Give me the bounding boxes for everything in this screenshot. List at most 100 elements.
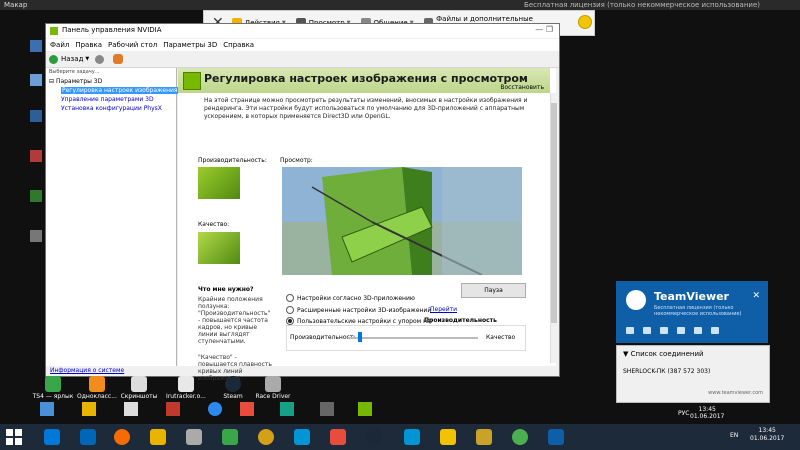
steam-taskbar-icon[interactable]	[366, 429, 382, 445]
app-icon-2[interactable]	[80, 429, 96, 445]
teamviewer-panel: TeamViewer Бесплатная лицензия (только н…	[616, 281, 768, 343]
page-description: На этой странице можно просмотреть резул…	[204, 97, 528, 120]
tree-item-manage-3d[interactable]: Управление параметрами 3D	[49, 95, 190, 104]
session-name: Макар	[4, 1, 28, 9]
window-title: Панель управления NVIDIA	[62, 26, 162, 34]
skype-taskbar-icon[interactable]	[404, 429, 420, 445]
vertical-scrollbar[interactable]	[550, 93, 557, 363]
remote-language[interactable]: РУС	[678, 410, 689, 417]
teamviewer-url[interactable]: www.teamviewer.com	[708, 390, 763, 396]
menu-3d[interactable]: Параметры 3D	[163, 41, 217, 49]
start-icon[interactable]	[6, 429, 22, 445]
home-icon[interactable]	[113, 54, 124, 64]
app-icon-4[interactable]	[150, 429, 166, 445]
menu-help[interactable]: Справка	[223, 41, 254, 49]
desktop-side-icons	[30, 30, 44, 260]
ie-icon[interactable]	[44, 429, 60, 445]
scissors-icon	[131, 376, 147, 392]
desktop-icon-race-driver[interactable]: Race Driver	[252, 376, 294, 400]
menu-file[interactable]: Файл	[50, 41, 69, 49]
chat-icon[interactable]	[643, 327, 651, 334]
skype-icon[interactable]	[294, 429, 310, 445]
quality-label: Качество:	[198, 221, 230, 228]
quality-thumbnail	[198, 232, 240, 264]
preview-label: Просмотр:	[280, 157, 313, 164]
preview-3d-render	[282, 167, 522, 275]
tools-icon[interactable]	[694, 327, 702, 334]
page-title: Регулировка настроек изображения с просм…	[204, 72, 528, 85]
task-tree: ⊟ Параметры 3D Регулировка настроек изоб…	[49, 77, 190, 113]
menu-edit[interactable]: Правка	[75, 41, 102, 49]
settings-page-icon	[183, 72, 201, 90]
tree-root-3d-settings[interactable]: ⊟ Параметры 3D	[49, 77, 190, 86]
race-driver-icon	[265, 376, 281, 392]
menu-desktop[interactable]: Рабочий стол	[108, 41, 157, 49]
window-controls[interactable]: — ❐	[535, 25, 553, 34]
connection-row[interactable]: SHERLOCK-ПК (387 572 303)	[623, 368, 710, 375]
close-icon[interactable]: ✕	[752, 291, 760, 301]
slider-min-label: Производительность	[290, 334, 357, 341]
desktop-icon-steam[interactable]: Steam	[212, 376, 254, 400]
emphasis-heading: Производительность	[424, 317, 497, 324]
tree-item-physx[interactable]: Установка конфигурации PhysX	[49, 104, 190, 113]
chrome-icon[interactable]	[512, 429, 528, 445]
slider-max-label: Качество	[486, 334, 516, 341]
odnoklassniki-icon	[89, 376, 105, 392]
app-icon-7[interactable]	[258, 429, 274, 445]
taskbar-language[interactable]: EN	[730, 432, 738, 439]
ts4-icon	[45, 376, 61, 392]
desktop-icon-screenshots[interactable]: Скриншоты	[118, 376, 160, 400]
rutracker-icon	[178, 376, 194, 392]
app-icon-5[interactable]	[186, 429, 202, 445]
utorrent-icon[interactable]	[222, 429, 238, 445]
feedback-smiley-icon[interactable]	[578, 15, 592, 29]
quality-slider-thumb[interactable]	[358, 332, 363, 342]
back-arrow-icon	[49, 54, 58, 64]
performance-label: Производительность:	[198, 157, 267, 164]
video-icon[interactable]	[626, 327, 634, 334]
help-text: Крайние положения ползунка: "Производите…	[198, 296, 271, 345]
task-tree-pane: Выберите задачу... ⊟ Параметры 3D Регули…	[46, 68, 190, 366]
teamviewer-taskbar-icon[interactable]	[548, 429, 564, 445]
task-label: Выберите задачу...	[49, 69, 100, 75]
radio-custom-emphasis[interactable]: Пользовательские настройки с упором на:	[286, 317, 433, 325]
firefox-icon[interactable]	[114, 429, 130, 445]
pause-button[interactable]: Пауза	[461, 283, 526, 298]
desktop-icon-row-2	[40, 402, 380, 422]
radio-app-controlled[interactable]: Настройки согласно 3D-приложению	[286, 294, 415, 302]
app-icon-9[interactable]	[330, 429, 346, 445]
restore-link[interactable]: Восстановить	[500, 84, 544, 91]
teamviewer-logo-icon	[626, 290, 646, 310]
license-notice: Бесплатная лицензия (только некоммерческ…	[524, 1, 760, 9]
teamviewer-tools	[626, 327, 728, 334]
teamviewer-license: Бесплатная лицензия (только некоммерческ…	[654, 305, 742, 317]
back-button[interactable]: Назад ▼	[49, 54, 89, 64]
nvidia-control-panel-window: Панель управления NVIDIA — ❐ Файл Правка…	[45, 23, 560, 382]
taskbar-clock[interactable]: 13:45 01.06.2017	[750, 427, 784, 443]
system-info-link[interactable]: Информация о системе	[50, 367, 124, 374]
app-icon-13[interactable]	[476, 429, 492, 445]
go-link[interactable]: Перейти	[430, 306, 457, 313]
page-header: Регулировка настроек изображения с просм…	[178, 68, 550, 93]
teamviewer-top-strip: Макар Бесплатная лицензия (только некомм…	[0, 0, 800, 10]
tree-item-adjust-image[interactable]: Регулировка настроек изображения с п	[49, 86, 190, 95]
steam-icon	[225, 376, 241, 392]
remote-clock: 13:45 01.06.2017	[690, 406, 725, 420]
radio-advanced-3d[interactable]: Расширенные настройки 3D-изображений	[286, 306, 431, 314]
menu-bar: Файл Правка Рабочий стол Параметры 3D Сп…	[46, 39, 559, 51]
connection-list-heading: ▼ Список соединений	[623, 350, 704, 358]
quality-slider-track[interactable]	[348, 337, 478, 339]
forward-arrow-icon[interactable]	[95, 54, 105, 64]
settings-icon[interactable]	[711, 327, 719, 334]
desktop-icon-ts4[interactable]: TS4 — ярлык	[32, 376, 74, 400]
desktop-icon-odnoklassniki[interactable]: Однокласс...	[76, 376, 118, 400]
navigation-bar: Назад ▼	[46, 51, 559, 68]
help-heading: Что мне нужно?	[198, 286, 254, 293]
taskbar	[0, 424, 800, 450]
app-icon-12[interactable]	[440, 429, 456, 445]
window-titlebar: Панель управления NVIDIA — ❐	[46, 24, 559, 38]
screen-icon[interactable]	[660, 327, 668, 334]
file-icon[interactable]	[677, 327, 685, 334]
performance-thumbnail	[198, 167, 240, 199]
desktop-icon-rutracker[interactable]: Irutracker.o...	[165, 376, 207, 400]
